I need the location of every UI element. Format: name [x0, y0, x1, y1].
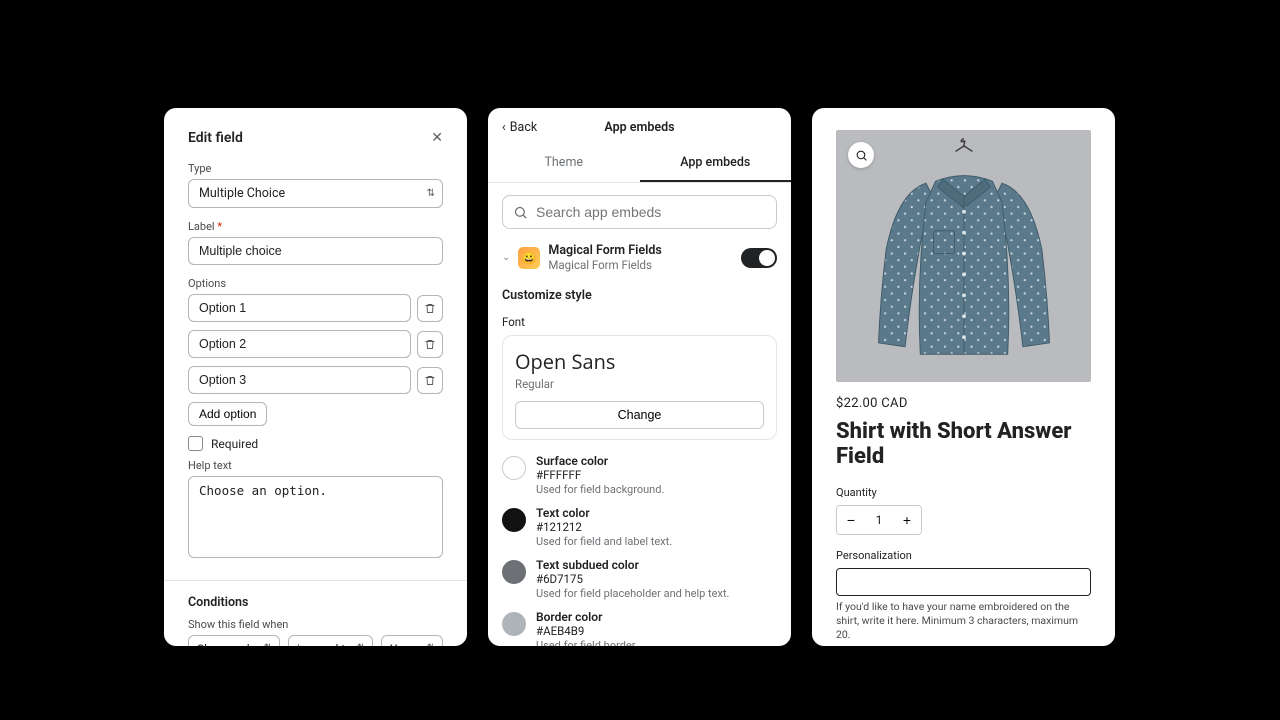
option-input[interactable]	[188, 294, 411, 322]
font-weight: Regular	[515, 377, 764, 391]
delete-option-button[interactable]	[417, 295, 443, 322]
add-option-button[interactable]: Add option	[188, 402, 267, 426]
trash-icon	[424, 338, 436, 351]
color-swatch	[502, 508, 526, 532]
color-name: Border color	[536, 610, 777, 624]
quantity-value: 1	[865, 506, 893, 534]
tab-theme[interactable]: Theme	[488, 145, 640, 182]
label-input[interactable]	[188, 237, 443, 265]
delete-option-button[interactable]	[417, 331, 443, 358]
personalization-label: Personalization	[836, 549, 1091, 562]
color-name: Text color	[536, 506, 777, 520]
quantity-decrease-button[interactable]: −	[837, 506, 865, 534]
font-card: Open Sans Regular Change	[502, 335, 777, 440]
search-input[interactable]	[536, 204, 766, 220]
panel-title: Edit field	[188, 130, 243, 146]
quantity-label: Quantity	[836, 486, 1091, 499]
product-price: $22.00 CAD	[836, 396, 1091, 411]
color-row[interactable]: Surface color #FFFFFF Used for field bac…	[502, 454, 777, 496]
font-label: Font	[502, 315, 777, 329]
customize-title: Customize style	[502, 288, 777, 303]
app-embed-toggle[interactable]	[741, 248, 777, 268]
chevron-down-icon[interactable]: ⌄	[502, 252, 510, 263]
color-swatch	[502, 560, 526, 584]
change-font-button[interactable]: Change	[515, 401, 764, 429]
edit-field-panel: Edit field ✕ Type Multiple Choice ⇅ Labe…	[164, 108, 467, 646]
option-row	[188, 294, 443, 322]
app-embed-row: ⌄ 😀 Magical Form Fields Magical Form Fie…	[502, 243, 777, 272]
option-input[interactable]	[188, 330, 411, 358]
color-hex: #FFFFFF	[536, 468, 777, 482]
help-text-input[interactable]	[188, 476, 443, 558]
color-name: Text subdued color	[536, 558, 777, 572]
options-label: Options	[188, 277, 443, 290]
trash-icon	[424, 302, 436, 315]
color-name: Surface color	[536, 454, 777, 468]
color-desc: Used for field and label text.	[536, 535, 777, 548]
help-text-label: Help text	[188, 459, 443, 472]
search-icon	[513, 205, 528, 220]
tab-app-embeds[interactable]: App embeds	[640, 145, 792, 182]
color-hex: #6D7175	[536, 572, 777, 586]
product-image	[836, 130, 1091, 382]
color-desc: Used for field background.	[536, 483, 777, 496]
option-input[interactable]	[188, 366, 411, 394]
divider	[164, 580, 467, 581]
color-row[interactable]: Text subdued color #6D7175 Used for fiel…	[502, 558, 777, 600]
conditions-title: Conditions	[188, 595, 443, 610]
option-row	[188, 366, 443, 394]
quantity-stepper: − 1 +	[836, 505, 922, 535]
type-select[interactable]: Multiple Choice	[188, 179, 443, 208]
product-title: Shirt with Short Answer Field	[836, 419, 1091, 470]
app-icon: 😀	[518, 247, 540, 269]
chevron-left-icon: ‹	[502, 120, 506, 135]
magnify-icon	[855, 149, 868, 162]
condition-operator-select[interactable]: is equal to	[288, 635, 373, 646]
color-swatch	[502, 612, 526, 636]
app-embeds-panel: ‹ Back App embeds Theme App embeds ⌄ 😀 M…	[488, 108, 791, 646]
shirt-illustration	[869, 164, 1059, 364]
product-preview-panel: $22.00 CAD Shirt with Short Answer Field…	[812, 108, 1115, 646]
condition-field-select[interactable]: Show mul...	[188, 635, 280, 646]
color-swatch	[502, 456, 526, 480]
required-label: Required	[211, 437, 258, 451]
color-row[interactable]: Border color #AEB4B9 Used for field bord…	[502, 610, 777, 646]
trash-icon	[424, 374, 436, 387]
close-icon[interactable]: ✕	[431, 130, 443, 146]
option-row	[188, 330, 443, 358]
color-hex: #121212	[536, 520, 777, 534]
personalization-help: If you'd like to have your name embroide…	[836, 600, 1091, 643]
hanger-icon	[950, 136, 978, 164]
toggle-knob	[759, 250, 775, 266]
personalization-input[interactable]	[836, 568, 1091, 596]
color-desc: Used for field border.	[536, 639, 777, 646]
required-checkbox[interactable]	[188, 436, 203, 451]
label-label: Label *	[188, 220, 443, 233]
back-button[interactable]: ‹ Back	[502, 120, 537, 135]
app-embed-sub: Magical Form Fields	[548, 258, 733, 272]
color-hex: #AEB4B9	[536, 624, 777, 638]
color-row[interactable]: Text color #121212 Used for field and la…	[502, 506, 777, 548]
app-embed-name: Magical Form Fields	[548, 243, 733, 258]
font-name: Open Sans	[515, 348, 764, 375]
type-label: Type	[188, 162, 443, 175]
condition-value-select[interactable]: Yes	[381, 635, 443, 646]
quantity-increase-button[interactable]: +	[893, 506, 921, 534]
delete-option-button[interactable]	[417, 367, 443, 394]
search-app-embeds[interactable]	[502, 195, 777, 229]
conditions-sub: Show this field when	[188, 618, 443, 631]
color-desc: Used for field placeholder and help text…	[536, 587, 777, 600]
